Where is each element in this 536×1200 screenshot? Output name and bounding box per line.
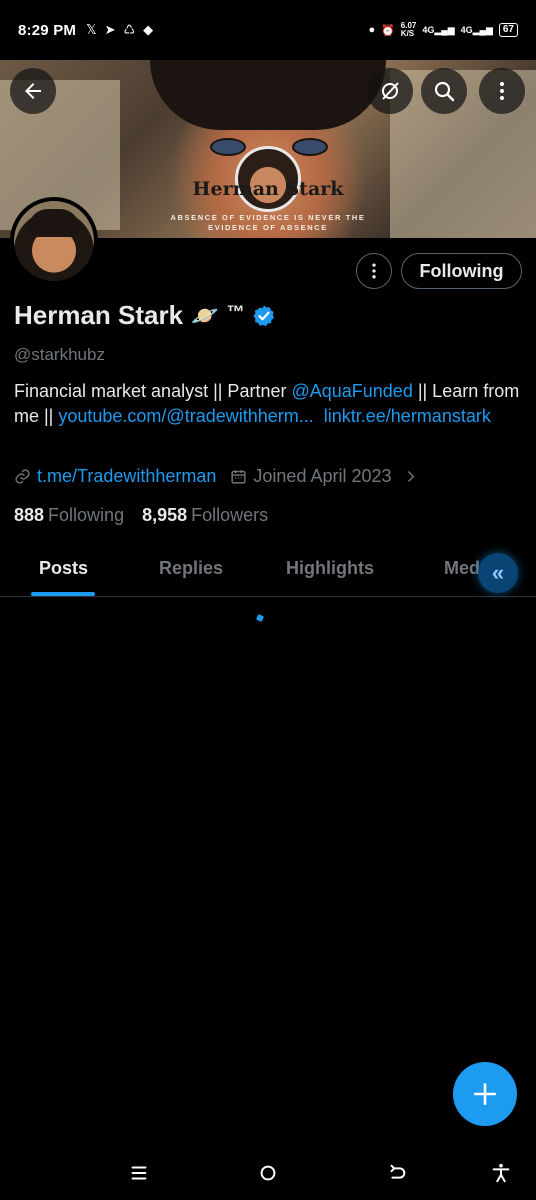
website-item[interactable]: t.me/Tradewithherman <box>14 466 216 487</box>
grok-icon <box>382 82 399 100</box>
net-speed: 6.07 K/S <box>400 21 417 38</box>
trademark-symbol: ™ <box>226 302 245 322</box>
alarm-icon: ⏰ <box>381 24 395 37</box>
tab-replies[interactable]: Replies <box>159 558 223 579</box>
banner-eye <box>210 138 246 156</box>
location-icon: ● <box>368 24 376 36</box>
profile-more-button[interactable] <box>356 253 392 289</box>
back-arrow-icon <box>390 1164 406 1179</box>
following-count-link[interactable]: 888 Following <box>14 505 124 526</box>
profile-bio: Financial market analyst || Partner @Aqu… <box>14 381 520 426</box>
telegram-icon: ➤ <box>104 22 116 37</box>
battery-indicator: 67 <box>498 23 518 37</box>
menu-icon <box>131 1166 147 1180</box>
follow-counts: 888 Following 8,958 Followers <box>14 505 268 526</box>
bio-linktree-link[interactable]: linktr.ee/hermanstark <box>324 406 491 426</box>
double-chevron-left-icon: « <box>491 560 505 585</box>
bio-mention-link[interactable]: @AquaFunded <box>291 381 412 401</box>
android-icon: ◆ <box>143 22 154 37</box>
profile-tabs: Posts Replies Highlights Med <box>0 548 536 597</box>
x-icon: 𝕏 <box>86 22 97 37</box>
accessibility-button[interactable] <box>486 1158 516 1188</box>
arrow-left-icon <box>25 83 41 99</box>
profile-name: Herman Stark 🪐 ™ <box>14 300 276 331</box>
profile-avatar[interactable] <box>10 197 98 285</box>
recents-button[interactable] <box>124 1158 154 1188</box>
profile-handle: @starkhubz <box>14 345 105 364</box>
plus-icon <box>473 1082 497 1106</box>
more-vertical-icon <box>372 263 376 279</box>
website-link[interactable]: t.me/Tradewithherman <box>37 466 216 487</box>
system-nav-bar <box>0 1150 536 1196</box>
display-name: Herman Stark <box>14 300 184 330</box>
signal-1: 4G▂▄▆ <box>422 24 455 35</box>
home-circle-icon <box>260 1165 276 1181</box>
tab-media[interactable]: Med <box>444 558 480 579</box>
accessibility-icon <box>492 1163 510 1183</box>
tab-highlights[interactable]: Highlights <box>286 558 374 579</box>
following-button[interactable]: Following <box>401 253 522 289</box>
banner-eye <box>292 138 328 156</box>
calendar-icon <box>231 470 246 484</box>
tab-posts[interactable]: Posts <box>39 558 88 579</box>
back-nav-button[interactable] <box>382 1158 412 1188</box>
bio-youtube-link[interactable]: youtube.com/@tradewithherm... <box>58 406 313 426</box>
status-time: 8:29 PM <box>18 21 77 39</box>
grok-button[interactable] <box>367 68 413 114</box>
profile-meta: t.me/Tradewithherman Joined April 2023 <box>14 466 433 487</box>
verified-badge-icon[interactable] <box>252 304 276 328</box>
joined-item[interactable]: Joined April 2023 <box>230 466 418 487</box>
signal-2: 4G▂▄▆ <box>460 24 493 35</box>
banner-hair <box>150 60 386 130</box>
search-button[interactable] <box>421 68 467 114</box>
recycle-icon: ♺ <box>123 22 136 37</box>
status-bar: 8:29 PM 𝕏 ➤ ♺ ◆ ● ⏰ 6.07 K/S 4G▂▄▆ 4G▂▄▆… <box>0 0 536 60</box>
tabs-scroll-button[interactable]: « <box>478 553 518 593</box>
active-tab-indicator <box>31 592 95 596</box>
followers-count-link[interactable]: 8,958 Followers <box>142 505 268 526</box>
joined-date: Joined April 2023 <box>253 466 392 486</box>
back-button[interactable] <box>10 68 56 114</box>
planet-emoji: 🪐 <box>191 302 219 328</box>
link-icon <box>15 469 30 484</box>
more-vertical-icon <box>500 82 504 100</box>
search-icon <box>434 81 455 102</box>
compose-post-button[interactable] <box>453 1062 517 1126</box>
home-button[interactable] <box>253 1158 283 1188</box>
status-notification-icons: 𝕏 ➤ ♺ ◆ <box>86 22 153 38</box>
chevron-right-icon <box>407 471 414 482</box>
loading-spinner <box>256 614 264 622</box>
banner-title: Herman Stark <box>192 178 344 200</box>
status-right: ● ⏰ 6.07 K/S 4G▂▄▆ 4G▂▄▆ 67 <box>368 22 518 38</box>
overflow-menu-button[interactable] <box>479 68 525 114</box>
